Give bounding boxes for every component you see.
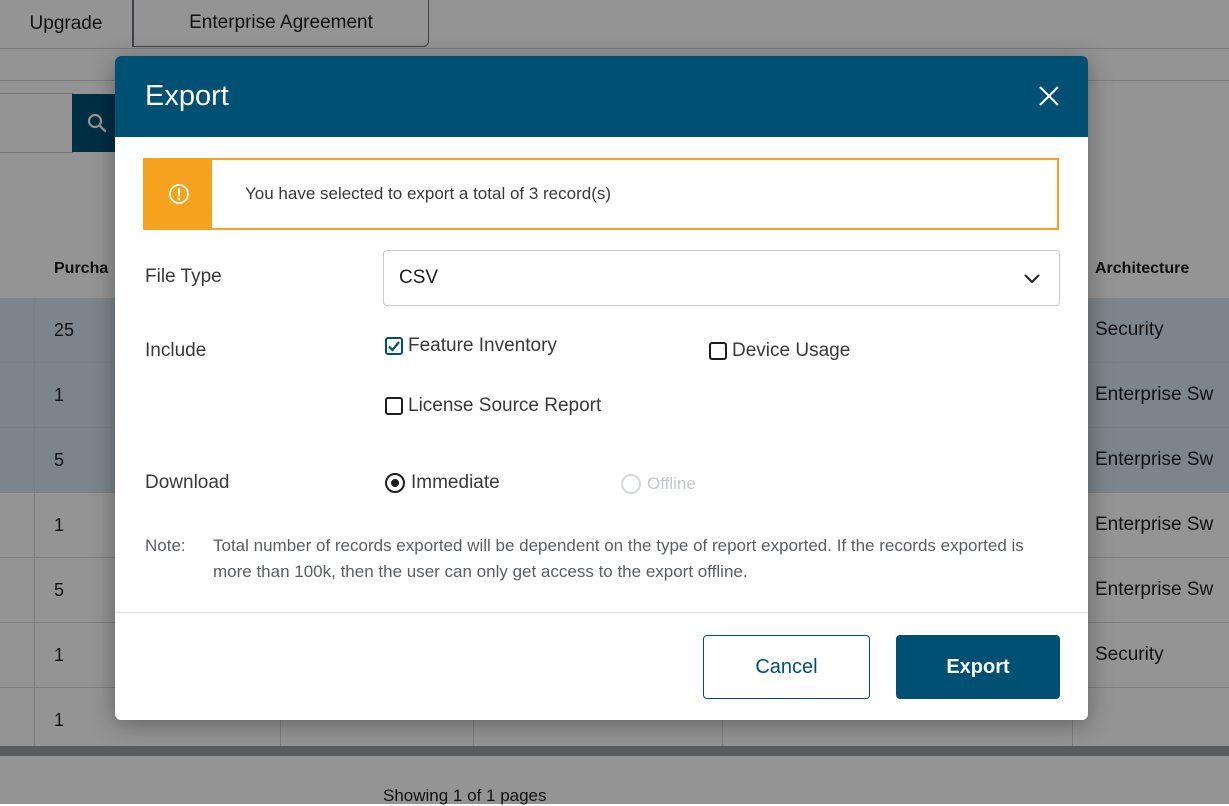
radio-selected-icon (385, 473, 405, 493)
cancel-button[interactable]: Cancel (703, 635, 870, 699)
alert-message: You have selected to export a total of 3… (245, 184, 612, 203)
export-dialog: Export You have selected to export a tot… (115, 56, 1088, 720)
device-usage-label: Device Usage (732, 340, 851, 361)
license-source-report-label: License Source Report (408, 395, 602, 416)
license-source-report-checkbox[interactable]: License Source Report (385, 395, 601, 417)
close-icon (1039, 86, 1059, 106)
feature-inventory-label: Feature Inventory (408, 335, 557, 356)
note-text: Total number of records exported will be… (213, 536, 1024, 581)
note-label: Note: (145, 536, 186, 555)
include-label: Include (145, 340, 207, 361)
footer-divider (115, 612, 1088, 613)
immediate-radio[interactable]: Immediate (385, 472, 500, 494)
offline-radio: Offline (621, 474, 696, 494)
file-type-label: File Type (145, 266, 222, 287)
device-usage-checkbox[interactable]: Device Usage (709, 340, 850, 362)
close-button[interactable] (1033, 80, 1065, 112)
checkbox-unchecked-icon (709, 342, 727, 360)
offline-label: Offline (647, 474, 696, 493)
dialog-title: Export (145, 80, 229, 112)
file-type-select[interactable]: CSV (383, 250, 1060, 306)
download-label: Download (145, 472, 230, 493)
export-button[interactable]: Export (896, 635, 1060, 699)
dialog-header: Export (115, 56, 1088, 137)
chevron-down-icon (1024, 274, 1040, 284)
selection-alert: You have selected to export a total of 3… (143, 158, 1059, 230)
warning-icon (168, 184, 189, 204)
checkbox-checked-icon (385, 337, 403, 355)
warning-icon-box (145, 160, 212, 228)
checkbox-unchecked-icon (385, 397, 403, 415)
feature-inventory-checkbox[interactable]: Feature Inventory (385, 335, 557, 357)
radio-disabled-icon (621, 474, 641, 494)
immediate-label: Immediate (411, 472, 500, 493)
file-type-value: CSV (399, 267, 439, 288)
